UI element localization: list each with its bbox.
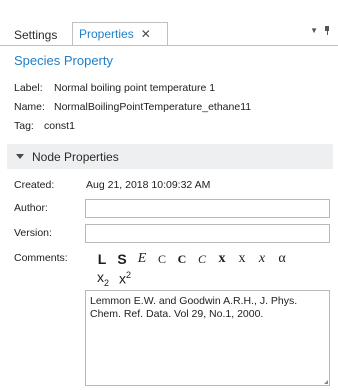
tab-properties[interactable]: Properties ✕ [72,22,168,46]
tab-properties-label: Properties [79,27,134,41]
node-properties-title: Node Properties [32,149,119,164]
collapse-triangle-icon [16,154,24,159]
version-label: Version: [14,227,52,239]
tag-key: Tag: [14,120,34,132]
label-row: Label: Normal boiling point temperature 1 [14,82,215,94]
superscript-mark: 2 [125,269,131,280]
author-label: Author: [14,202,48,214]
subscript-button[interactable]: x2 [92,269,114,288]
name-value: NormalBoilingPointTemperature_ethane11 [54,101,252,113]
species-property-title: Species Property [14,53,113,68]
tab-settings-label: Settings [14,27,58,42]
italic-E-button[interactable]: E [132,251,152,267]
format-toolbar: L S E C C C x x x α [92,250,332,268]
comments-line-2: Chem. Ref. Data. Vol 29, No.1, 2000. [90,308,264,320]
created-value: Aug 21, 2018 10:09:32 AM [86,179,211,191]
tab-bar: Settings Properties ✕ ▼ [0,0,338,46]
tag-value: const1 [44,120,75,132]
label-value: Normal boiling point temperature 1 [54,82,216,94]
alpha-button[interactable]: α [272,251,292,267]
label-key: Label: [14,82,43,94]
subscript-base: x [96,268,104,285]
resize-grip-icon[interactable] [323,379,328,384]
comments-label: Comments: [14,252,68,264]
bold-large-L-button[interactable]: L [92,251,112,267]
name-row: Name: NormalBoilingPointTemperature_ethan… [14,101,251,113]
pin-icon[interactable] [324,26,330,35]
tag-row: Tag: const1 [14,120,75,132]
superscript-button[interactable]: x2 [114,270,136,287]
bold-S-button[interactable]: S [112,251,132,267]
tab-controls: ▼ [310,26,330,35]
name-key: Name: [14,101,45,113]
close-icon[interactable]: ✕ [141,27,151,41]
tab-settings[interactable]: Settings [14,23,57,46]
author-field[interactable] [85,199,330,218]
version-field[interactable] [85,224,330,243]
script-toolbar: x2 x2 [92,268,136,288]
italic-c-button[interactable]: C [192,252,212,267]
created-label: Created: [14,179,55,191]
superscript-base: x [118,270,126,287]
comments-field[interactable]: Lemmon E.W. and Goodwin A.R.H., J. Phys.… [85,290,330,386]
plain-x-button[interactable]: x [232,251,252,267]
dropdown-icon[interactable]: ▼ [310,26,318,35]
bold-x-button[interactable]: x [212,251,232,267]
bold-c-button[interactable]: C [172,252,192,267]
subscript-mark: 2 [103,277,109,288]
properties-window: Settings Properties ✕ ▼ Species Property… [0,0,338,390]
comments-line-1: Lemmon E.W. and Goodwin A.R.H., J. Phys. [90,295,298,307]
tab-bar-divider [0,45,338,46]
italic-x-button[interactable]: x [252,251,272,267]
node-properties-header[interactable]: Node Properties [7,144,333,169]
smallcaps-c-button[interactable]: C [152,252,172,267]
